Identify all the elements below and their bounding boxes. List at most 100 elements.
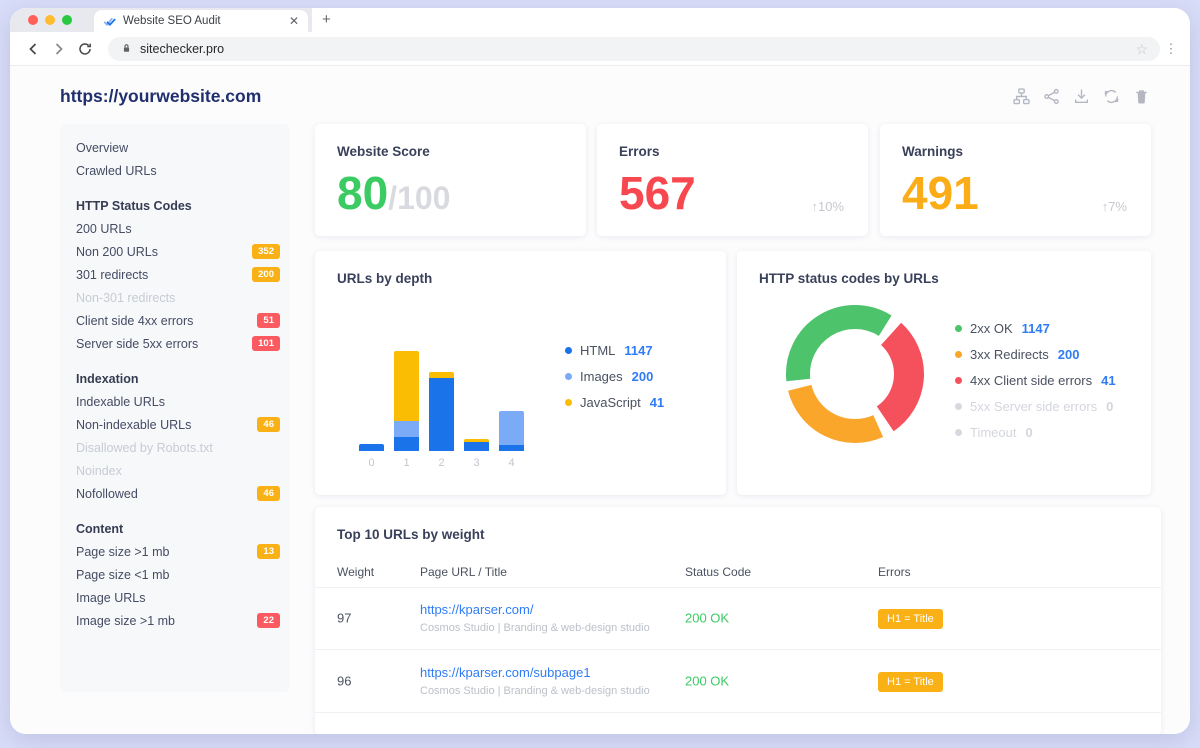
errors-value: 567 <box>619 168 696 219</box>
tab-strip: Website SEO Audit ✕ + <box>10 8 1190 32</box>
urls-by-depth-card: URLs by depth 01234 HTML1147Images200Jav… <box>315 251 726 495</box>
back-icon[interactable] <box>22 38 44 60</box>
trash-icon[interactable] <box>1133 88 1150 105</box>
maximize-window-button[interactable] <box>62 15 72 25</box>
bar-segment <box>429 378 454 451</box>
table-row: 96https://kparser.com/subpage1Cosmos Stu… <box>315 650 1161 713</box>
website-score-value: 80/100 <box>337 168 450 219</box>
error-badge: H1 = Title <box>878 672 943 692</box>
legend-item[interactable]: 3xx Redirects200 <box>955 347 1116 362</box>
sidebar-item[interactable]: Overview <box>60 136 290 159</box>
bar-segment <box>394 437 419 451</box>
browser-menu-icon[interactable]: ⋮ <box>1164 41 1178 57</box>
legend-label: 5xx Server side errors <box>970 399 1097 414</box>
bar-column: 1 <box>394 351 419 471</box>
legend-value: 200 <box>1058 347 1080 362</box>
sidebar-item[interactable]: Server side 5xx errors101 <box>60 332 290 355</box>
sidebar-sections: OverviewCrawled URLsHTTP Status Codes200… <box>60 136 290 632</box>
browser-tab[interactable]: Website SEO Audit ✕ <box>94 10 308 32</box>
bookmark-star-icon[interactable]: ☆ <box>1135 42 1148 56</box>
sidebar-item[interactable]: 301 redirects200 <box>60 263 290 286</box>
sidebar-item-label: Image URLs <box>76 591 145 605</box>
browser-window: Website SEO Audit ✕ + sitechecker.pro ☆ … <box>10 8 1190 734</box>
x-axis-tick-label: 1 <box>403 457 409 471</box>
score-suffix: /100 <box>388 180 450 216</box>
legend-value: 41 <box>650 395 664 410</box>
download-icon[interactable] <box>1073 88 1090 105</box>
sidebar-item[interactable]: Image URLs <box>60 586 290 609</box>
new-tab-button[interactable]: + <box>322 11 331 29</box>
legend-item[interactable]: 5xx Server side errors0 <box>955 399 1116 414</box>
sidebar-item[interactable]: 200 URLs <box>60 217 290 240</box>
legend-label: 2xx OK <box>970 321 1013 336</box>
legend-value: 1147 <box>1022 321 1050 336</box>
bar-legend: HTML1147 Images200 JavaScript41 <box>565 343 664 410</box>
tab-close-icon[interactable]: ✕ <box>289 15 299 27</box>
sidebar-item[interactable]: Non-301 redirects <box>60 286 290 309</box>
legend-item[interactable]: Images200 <box>565 369 664 384</box>
legend-item[interactable]: Timeout0 <box>955 425 1116 440</box>
legend-item[interactable]: JavaScript41 <box>565 395 664 410</box>
website-score-card: Website Score 80/100 <box>315 124 586 236</box>
sidebar-item[interactable]: Page size <1 mb <box>60 563 290 586</box>
legend-item[interactable]: HTML1147 <box>565 343 664 358</box>
legend-label: HTML <box>580 343 615 358</box>
close-window-button[interactable] <box>28 15 38 25</box>
sidebar-section: ContentPage size >1 mb13Page size <1 mbI… <box>60 517 290 632</box>
legend-dot <box>565 347 572 354</box>
status-code: 200 OK <box>685 674 729 689</box>
top-urls-table-card: Top 10 URLs by weight Weight Page URL / … <box>315 507 1161 734</box>
sidebar-item-label: Non-301 redirects <box>76 291 175 305</box>
sidebar: OverviewCrawled URLsHTTP Status Codes200… <box>60 124 290 692</box>
sidebar-item-label: 200 URLs <box>76 222 132 236</box>
x-axis-tick-label: 3 <box>473 457 479 471</box>
page-title-subtext: Cosmos Studio | Branding & web-design st… <box>420 685 650 697</box>
bar-stack <box>359 444 384 451</box>
minimize-window-button[interactable] <box>45 15 55 25</box>
errors-delta: ↑10% <box>811 199 844 214</box>
sidebar-item-label: Client side 4xx errors <box>76 314 193 328</box>
count-badge: 13 <box>257 544 280 559</box>
url-field[interactable]: sitechecker.pro ☆ <box>108 37 1160 61</box>
sidebar-item[interactable]: Image size >1 mb22 <box>60 609 290 632</box>
legend-dot <box>955 377 962 384</box>
card-title: Warnings <box>902 144 963 159</box>
sidebar-item[interactable]: Disallowed by Robots.txt <box>60 436 290 459</box>
http-status-codes-card: HTTP status codes by URLs 2xx OK11473xx … <box>737 251 1151 495</box>
bar-stack <box>429 372 454 451</box>
legend-item[interactable]: 2xx OK 1147 <box>955 321 1116 336</box>
sidebar-item[interactable]: Non-indexable URLs46 <box>60 413 290 436</box>
column-header-errors: Errors <box>878 565 911 579</box>
errors-card: Errors 567 ↑10% <box>597 124 868 236</box>
page-url-link[interactable]: https://kparser.com/subpage1 <box>420 665 650 680</box>
sidebar-item[interactable]: Page size >1 mb13 <box>60 540 290 563</box>
sitemap-icon[interactable] <box>1013 88 1030 105</box>
table-title: Top 10 URLs by weight <box>337 527 485 542</box>
error-badge: H1 = Title <box>878 609 943 629</box>
bar-segment <box>499 411 524 445</box>
audited-site-url: https://yourwebsite.com <box>60 86 261 107</box>
bar-segment <box>394 351 419 421</box>
weight-cell: 97 <box>337 611 351 626</box>
sidebar-section: HTTP Status Codes200 URLsNon 200 URLs352… <box>60 194 290 355</box>
page-url-link[interactable]: https://kparser.com/ <box>420 602 650 617</box>
sidebar-item[interactable]: Non 200 URLs 352 <box>60 240 290 263</box>
sidebar-item-label: Non 200 URLs <box>76 245 158 259</box>
status-code: 200 OK <box>685 611 729 626</box>
legend-dot <box>955 325 962 332</box>
reload-icon[interactable] <box>74 38 96 60</box>
sidebar-item[interactable]: Crawled URLs <box>60 159 290 182</box>
legend-dot <box>565 373 572 380</box>
refresh-icon[interactable] <box>1103 88 1120 105</box>
sidebar-item[interactable]: Noindex <box>60 459 290 482</box>
sidebar-item[interactable]: Client side 4xx errors51 <box>60 309 290 332</box>
count-badge: 352 <box>252 244 280 259</box>
legend-item[interactable]: 4xx Client side errors41 <box>955 373 1116 388</box>
sidebar-item-label: Disallowed by Robots.txt <box>76 441 213 455</box>
sidebar-item[interactable]: Indexable URLs <box>60 390 290 413</box>
sidebar-item[interactable]: Nofollowed46 <box>60 482 290 505</box>
legend-value: 0 <box>1025 425 1032 440</box>
sidebar-item-label: 301 redirects <box>76 268 148 282</box>
forward-icon[interactable] <box>48 38 70 60</box>
share-icon[interactable] <box>1043 88 1060 105</box>
